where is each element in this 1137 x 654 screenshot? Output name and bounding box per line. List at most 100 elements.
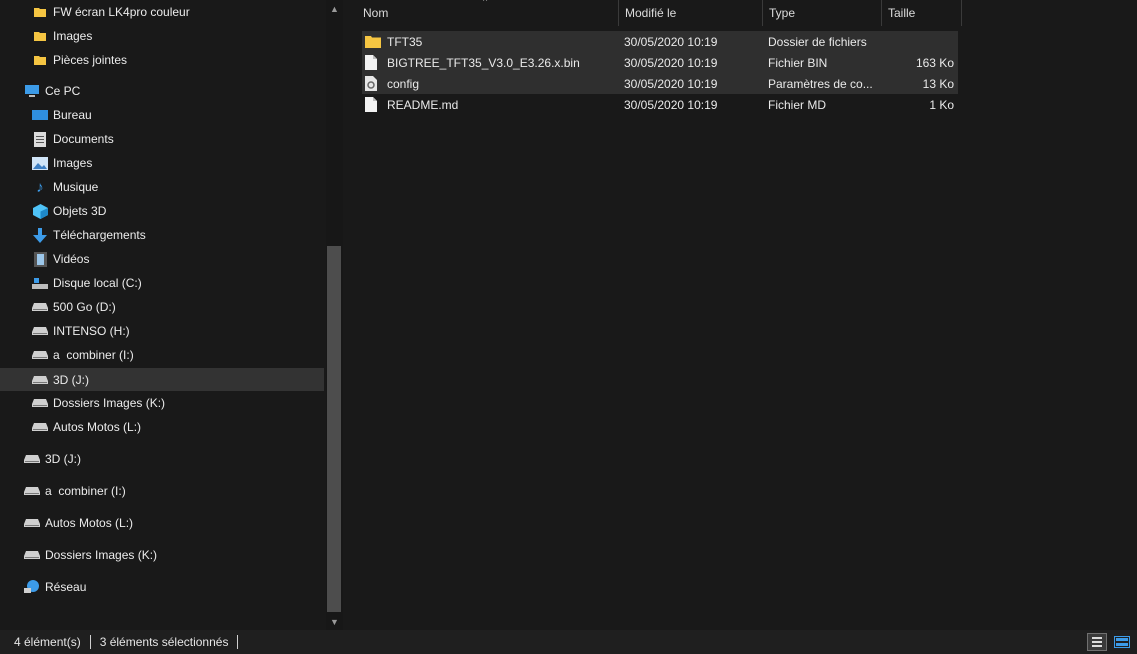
- nav-item-documents[interactable]: Documents: [32, 127, 114, 151]
- status-separator: [89, 635, 91, 649]
- file-size: 1 Ko: [929, 97, 954, 112]
- music-icon: ♪: [36, 178, 44, 196]
- nav-item-videos[interactable]: Vidéos: [32, 247, 89, 271]
- nav-item-images-quick[interactable]: Images: [32, 24, 92, 48]
- file-modified: 30/05/2020 10:19: [624, 97, 718, 112]
- column-header-name[interactable]: Nom ^: [357, 0, 619, 26]
- nav-item-label: Bureau: [53, 108, 92, 122]
- nav-item-label: a combiner (I:): [53, 348, 134, 362]
- nav-item-reseau[interactable]: Réseau: [24, 575, 86, 599]
- drive-icon: [24, 483, 40, 499]
- file-type: Fichier MD: [768, 97, 827, 112]
- file-name-cell: README.md: [362, 94, 624, 115]
- file-name-cell: TFT35: [362, 31, 624, 52]
- scrollbar-thumb[interactable]: [327, 246, 341, 612]
- file-modified: 30/05/2020 10:19: [624, 76, 718, 91]
- column-header-label: Modifié le: [625, 6, 677, 20]
- file-size: 13 Ko: [922, 76, 954, 91]
- documents-icon: [32, 131, 48, 147]
- column-header-label: Taille: [888, 6, 916, 20]
- drive-icon: [32, 299, 48, 315]
- nav-item-root-drive-l[interactable]: Autos Motos (L:): [24, 511, 133, 535]
- nav-item-label: Musique: [53, 180, 99, 194]
- nav-item-drive-k[interactable]: Dossiers Images (K:): [32, 391, 165, 415]
- file-name: BIGTREE_TFT35_V3.0_E3.26.x.bin: [387, 55, 580, 70]
- nav-item-musique[interactable]: ♪ Musique: [32, 175, 98, 199]
- desktop-icon: [32, 107, 48, 123]
- file-list[interactable]: Nom ^ Modifié le Type Taille TFT35 30/05…: [343, 0, 1137, 630]
- column-header-label: Type: [769, 6, 796, 20]
- navigation-scrollbar[interactable]: ▲ ▼: [326, 0, 343, 630]
- nav-item-fw-ecran[interactable]: FW écran LK4pro couleur: [32, 0, 190, 24]
- folder-icon: [365, 34, 381, 50]
- nav-item-drive-i[interactable]: a combiner (I:): [32, 343, 134, 367]
- nav-item-drive-l[interactable]: Autos Motos (L:): [32, 415, 141, 439]
- nav-item-label: Dossiers Images (K:): [53, 396, 166, 410]
- column-headers: Nom ^ Modifié le Type Taille: [343, 0, 963, 26]
- nav-item-label: Pièces jointes: [53, 53, 128, 67]
- nav-item-ce-pc[interactable]: Ce PC: [24, 79, 80, 103]
- nav-item-drive-h[interactable]: INTENSO (H:): [32, 319, 130, 343]
- file-name-cell: config: [362, 73, 624, 94]
- drive-icon: [32, 323, 48, 339]
- nav-item-label: FW écran LK4pro couleur: [53, 5, 190, 19]
- drive-icon: [24, 451, 40, 467]
- nav-item-label: Autos Motos (L:): [53, 420, 142, 434]
- nav-item-label: Réseau: [45, 580, 87, 594]
- file-row[interactable]: config 30/05/2020 10:19 Paramètres de co…: [362, 73, 958, 94]
- file-size: 163 Ko: [915, 55, 954, 70]
- file-size: [887, 31, 954, 52]
- file-type: Dossier de fichiers: [768, 34, 867, 49]
- nav-item-label: 3D (J:): [53, 372, 89, 387]
- nav-item-label: Téléchargements: [53, 228, 146, 242]
- nav-item-root-drive-j[interactable]: 3D (J:): [24, 447, 81, 471]
- nav-item-drive-j-selected[interactable]: 3D (J:): [0, 368, 324, 391]
- nav-item-label: 3D (J:): [45, 452, 81, 466]
- drive-icon: [32, 372, 48, 388]
- network-icon: [24, 579, 40, 595]
- nav-item-label: Images: [53, 29, 93, 43]
- drive-icon: [24, 547, 40, 563]
- status-bar: 4 élément(s) 3 éléments sélectionnés: [0, 630, 1137, 654]
- column-header-label: Nom: [363, 6, 389, 20]
- file-row[interactable]: TFT35 30/05/2020 10:19 Dossier de fichie…: [362, 31, 958, 52]
- folder-icon: [32, 28, 48, 44]
- column-header-type[interactable]: Type: [763, 0, 882, 26]
- file-modified: 30/05/2020 10:19: [624, 34, 718, 49]
- file-row[interactable]: README.md 30/05/2020 10:19 Fichier MD 1 …: [362, 94, 958, 115]
- nav-item-drive-d[interactable]: 500 Go (D:): [32, 295, 116, 319]
- nav-item-label: a combiner (I:): [45, 484, 126, 498]
- item-count: 4 élément(s): [14, 635, 81, 649]
- column-header-modified[interactable]: Modifié le: [619, 0, 763, 26]
- scroll-down-icon[interactable]: ▼: [326, 613, 343, 630]
- nav-item-label: Autos Motos (L:): [45, 516, 134, 530]
- drive-icon: [24, 515, 40, 531]
- videos-icon: [32, 251, 48, 267]
- nav-item-label: Dossiers Images (K:): [45, 548, 158, 562]
- status-separator: [237, 635, 239, 649]
- file-row[interactable]: BIGTREE_TFT35_V3.0_E3.26.x.bin 30/05/202…: [362, 52, 958, 73]
- file-icon: [365, 96, 381, 113]
- nav-item-disque-c[interactable]: Disque local (C:): [32, 271, 142, 295]
- large-icons-view-icon[interactable]: [1112, 633, 1132, 651]
- nav-item-label: Vidéos: [53, 252, 90, 266]
- details-view-icon[interactable]: [1087, 633, 1107, 651]
- nav-item-label: Ce PC: [45, 84, 81, 98]
- file-name: README.md: [387, 97, 459, 112]
- scroll-up-icon[interactable]: ▲: [326, 0, 343, 17]
- pictures-icon: [32, 155, 48, 171]
- file-icon: [365, 54, 381, 71]
- selection-count: 3 éléments sélectionnés: [99, 635, 229, 649]
- drive-icon: [32, 419, 48, 435]
- file-type: Fichier BIN: [768, 55, 828, 70]
- nav-item-images[interactable]: Images: [32, 151, 92, 175]
- nav-item-objets-3d[interactable]: Objets 3D: [32, 199, 106, 223]
- column-header-size[interactable]: Taille: [882, 0, 962, 26]
- nav-item-root-drive-i[interactable]: a combiner (I:): [24, 479, 126, 503]
- nav-item-root-drive-k[interactable]: Dossiers Images (K:): [24, 543, 157, 567]
- nav-item-telechargements[interactable]: Téléchargements: [32, 223, 146, 247]
- nav-item-bureau[interactable]: Bureau: [32, 103, 92, 127]
- nav-item-pieces-jointes[interactable]: Pièces jointes: [32, 48, 127, 72]
- navigation-pane[interactable]: FW écran LK4pro couleur ⚲ Images ⚲ Pièce…: [0, 0, 326, 630]
- nav-item-label: Documents: [53, 132, 114, 146]
